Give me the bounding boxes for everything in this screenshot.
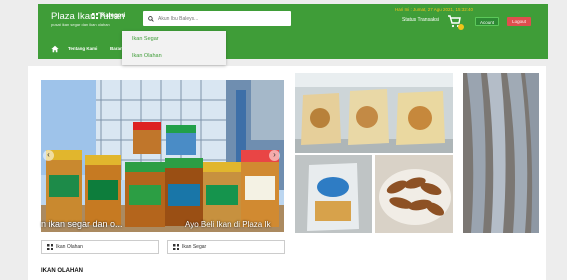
dropdown-item-ikan-segar[interactable]: Ikan Segar bbox=[122, 31, 226, 48]
carousel-caption-right: Ayo Beli Ikan di Plaza Ik bbox=[185, 220, 271, 229]
search-input[interactable] bbox=[158, 15, 278, 22]
product-tile-packaged[interactable] bbox=[295, 155, 372, 233]
section-title: IKAN OLAHAN bbox=[41, 268, 83, 274]
kategori-dropdown-toggle[interactable]: Kategori bbox=[92, 13, 125, 19]
brand-subtitle: pusat ikan segar dan ikan olahan bbox=[51, 22, 110, 27]
grid-icon bbox=[47, 244, 53, 250]
product-photo-fried-fish bbox=[375, 155, 453, 233]
cart-badge bbox=[458, 24, 464, 30]
category-button-ikan-segar[interactable]: Ikan Segar bbox=[167, 240, 285, 254]
product-photo-chips bbox=[295, 73, 453, 153]
product-tile-fresh-fish[interactable] bbox=[463, 73, 539, 233]
carousel-caption-left: n ikan segar dan o... bbox=[41, 219, 123, 229]
product-tile-fried-fish[interactable] bbox=[375, 155, 453, 233]
kategori-label: Kategori bbox=[101, 13, 126, 19]
product-photo-packaged bbox=[295, 155, 372, 233]
category-button-ikan-olahan[interactable]: Ikan Olahan bbox=[41, 240, 159, 254]
product-tile-chips[interactable] bbox=[295, 73, 453, 153]
product-photo-fish bbox=[463, 73, 539, 233]
account-button[interactable]: Acount bbox=[475, 17, 499, 26]
grid-icon bbox=[92, 13, 98, 19]
category-label: Ikan Olahan bbox=[56, 244, 83, 250]
nav-tentang-kami[interactable]: Tentang Kami bbox=[68, 46, 97, 51]
date-info: Hari Ini : Jumat, 27 Agu 2021, 15:32:40 bbox=[395, 7, 474, 12]
search-box[interactable] bbox=[143, 11, 291, 26]
status-transaksi-link[interactable]: Status Transaksi bbox=[402, 17, 439, 23]
search-icon bbox=[148, 15, 154, 22]
home-icon[interactable] bbox=[51, 45, 59, 53]
carousel-next-button[interactable]: › bbox=[269, 150, 280, 161]
dropdown-item-ikan-olahan[interactable]: Ikan Olahan bbox=[122, 48, 226, 65]
grid-icon bbox=[173, 244, 179, 250]
carousel-photo-jars bbox=[41, 80, 284, 232]
logout-button[interactable]: Logout bbox=[507, 17, 531, 26]
category-label: Ikan Segar bbox=[182, 244, 207, 250]
image-carousel[interactable] bbox=[41, 80, 284, 232]
kategori-dropdown-menu: Ikan Segar Ikan Olahan bbox=[122, 31, 226, 65]
carousel-prev-button[interactable]: ‹ bbox=[43, 150, 54, 161]
